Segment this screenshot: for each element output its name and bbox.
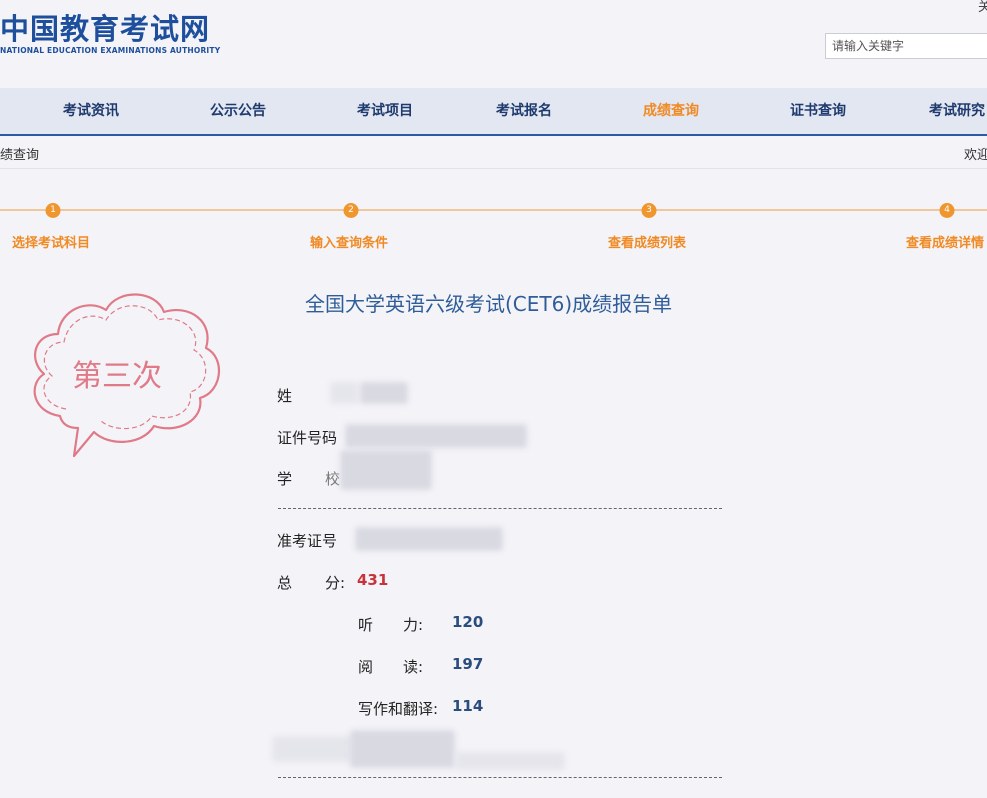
nav-item-registration[interactable]: 考试报名 — [496, 88, 552, 134]
total-score-value: 431 — [357, 571, 389, 589]
step-4-marker: 4 — [939, 203, 955, 218]
name-label: 姓 — [277, 387, 293, 405]
welcome-text: 欢迎 — [964, 148, 987, 163]
id-value-redacted — [345, 424, 527, 448]
bottom-redacted-a — [272, 736, 352, 762]
stamp-text: 第三次 — [72, 359, 162, 394]
ticket-number-label: 准考证号 — [277, 532, 338, 550]
step-2-marker: 2 — [343, 203, 359, 218]
step-3-marker: 3 — [641, 203, 657, 218]
site-logo-chinese[interactable]: 中国教育考试网 — [0, 6, 210, 48]
nav-item-certificate-query[interactable]: 证书查询 — [790, 88, 846, 134]
step-3-label[interactable]: 查看成绩列表 — [608, 232, 686, 251]
search-input[interactable] — [825, 33, 987, 59]
step-4-label[interactable]: 查看成绩详情 — [906, 232, 984, 251]
school-label: 学 — [277, 470, 293, 488]
name-value-redacted-a — [330, 382, 358, 404]
writing-translation-score-value: 114 — [452, 697, 484, 715]
school-label-tail: 校 — [325, 470, 341, 488]
id-label: 证件号码 — [277, 429, 338, 447]
step-progress-line — [0, 209, 987, 211]
step-1-marker: 1 — [45, 203, 61, 218]
nav-item-score-query[interactable]: 成绩查询 — [643, 88, 699, 134]
nav-item-exam-news[interactable]: 考试资讯 — [63, 88, 119, 134]
nav-item-exam-research[interactable]: 考试研究 — [929, 88, 985, 134]
bottom-redacted-b — [350, 730, 455, 768]
breadcrumb-divider — [0, 168, 987, 169]
total-label-a: 总 — [277, 574, 293, 592]
bottom-redacted-c — [455, 752, 565, 770]
section-divider-bottom — [278, 777, 722, 778]
step-2-label[interactable]: 输入查询条件 — [310, 232, 388, 251]
report-title: 全国大学英语六级考试(CET6)成绩报告单 — [305, 292, 673, 316]
section-divider-top — [278, 508, 722, 509]
ticket-number-redacted — [355, 527, 503, 551]
nav-item-exam-projects[interactable]: 考试项目 — [357, 88, 413, 134]
top-right-link[interactable]: 关 — [978, 0, 987, 15]
name-value-redacted-b — [360, 382, 408, 404]
writing-translation-label: 写作和翻译: — [358, 700, 439, 718]
attempt-stamp: 第三次 — [33, 293, 221, 458]
listening-label: 听 力: — [358, 616, 424, 634]
step-1-label[interactable]: 选择考试科目 — [12, 232, 90, 251]
total-label-b: 分: — [325, 574, 346, 592]
listening-score-value: 120 — [452, 613, 484, 631]
main-nav: 考试资讯 公示公告 考试项目 考试报名 成绩查询 证书查询 考试研究 — [0, 88, 987, 136]
reading-label: 阅 读: — [358, 658, 424, 676]
nav-item-announcements[interactable]: 公示公告 — [210, 88, 266, 134]
school-value-redacted — [340, 450, 432, 490]
breadcrumb[interactable]: 绩查询 — [0, 144, 39, 163]
site-logo-english: NATIONAL EDUCATION EXAMINATIONS AUTHORIT… — [0, 46, 221, 55]
reading-score-value: 197 — [452, 655, 484, 673]
